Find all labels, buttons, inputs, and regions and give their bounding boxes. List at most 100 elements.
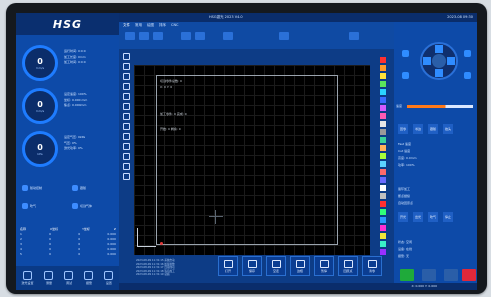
polygon-icon[interactable] (123, 133, 130, 140)
laser-on-button[interactable]: 开光 (398, 212, 408, 222)
node-icon[interactable] (123, 173, 130, 180)
color-swatch[interactable] (380, 105, 386, 111)
color-swatch[interactable] (380, 225, 386, 231)
jog-left-button[interactable] (423, 57, 431, 65)
save-button[interactable]: 保存 (242, 256, 262, 276)
pan-icon[interactable] (123, 73, 130, 80)
dry-run-button[interactable]: 空走 (266, 256, 286, 276)
cmd-label: 保存 (248, 268, 255, 273)
step-run-button[interactable] (444, 269, 458, 281)
frame-button[interactable]: 边框 (290, 256, 310, 276)
star-icon[interactable] (123, 143, 130, 150)
ribbon-button[interactable] (139, 32, 149, 40)
ribbon-button[interactable] (125, 32, 135, 40)
debug-button[interactable]: 调试 (64, 271, 74, 285)
stop-button[interactable] (462, 269, 476, 281)
circle-icon[interactable] (123, 103, 130, 110)
cell: 0 (49, 236, 52, 241)
table-row[interactable]: 5 0 0 0.000 (20, 251, 116, 256)
speed-button[interactable] (464, 50, 471, 57)
emit-button[interactable]: 出光 (413, 212, 423, 222)
color-swatch[interactable] (380, 73, 386, 79)
blow-button[interactable]: 吹气 (22, 203, 36, 209)
alarm-button[interactable]: 报警 (84, 271, 94, 285)
ribbon-button[interactable] (181, 32, 191, 40)
measure-button[interactable]: 测量 (44, 271, 54, 285)
color-swatch[interactable] (380, 201, 386, 207)
color-swatch[interactable] (380, 89, 386, 95)
clear-button[interactable]: 清零 (362, 256, 382, 276)
ribbon-button[interactable] (153, 32, 163, 40)
measure-icon[interactable] (123, 163, 130, 170)
color-swatch[interactable] (380, 97, 386, 103)
color-swatch[interactable] (380, 193, 386, 199)
tab-sort[interactable]: 排序 (159, 23, 166, 28)
tab-common[interactable]: 常用 (135, 23, 142, 28)
follow-toggle-button[interactable]: 跟随 (428, 124, 438, 134)
pause-run-button[interactable] (422, 269, 436, 281)
tab-draw[interactable]: 绘图 (147, 23, 154, 28)
color-swatch[interactable] (380, 121, 386, 127)
cell: 0 (49, 231, 52, 236)
z-up-button[interactable] (402, 50, 409, 57)
color-swatch[interactable] (380, 209, 386, 215)
color-swatch[interactable] (380, 249, 386, 255)
line-icon[interactable] (123, 83, 130, 90)
drawing-canvas[interactable]: 切割零件总数: 0 X: 0 Y: 0 加工零件: 0 完成: 0 开始: 0 … (134, 65, 370, 255)
speed-slider[interactable] (407, 105, 473, 108)
stop-small-button[interactable]: 停止 (443, 212, 453, 222)
follow-control-button[interactable]: 随动控制 (22, 185, 42, 191)
select-icon[interactable] (123, 53, 130, 60)
settings-button[interactable]: 设置 (104, 271, 114, 285)
color-swatch[interactable] (380, 57, 386, 63)
follow-button[interactable]: 跟随 (72, 185, 86, 191)
color-swatch[interactable] (380, 81, 386, 87)
open-button[interactable]: 打开 (218, 256, 238, 276)
tab-cnc[interactable]: CNC (171, 23, 179, 28)
gas-button[interactable]: 吹气 (428, 212, 438, 222)
ribbon-button[interactable] (349, 32, 359, 40)
home-axis-button[interactable]: 回零 (398, 124, 408, 134)
cut-gas-button[interactable]: 切割气体 (72, 203, 92, 209)
lift-button[interactable]: 抬头 (443, 124, 453, 134)
color-swatch[interactable] (380, 177, 386, 183)
ribbon-button[interactable] (279, 32, 289, 40)
laser-settings-button[interactable]: 激光设置 (21, 271, 34, 285)
color-swatch[interactable] (380, 137, 386, 143)
pause-button[interactable]: 暂停 (314, 256, 334, 276)
ribbon-button[interactable] (195, 32, 205, 40)
jog-right-button[interactable] (447, 57, 455, 65)
option-label[interactable]: 循环加工 (398, 187, 410, 191)
color-swatch[interactable] (380, 153, 386, 159)
polyline-icon[interactable] (123, 93, 130, 100)
color-swatch[interactable] (380, 233, 386, 239)
cmd-label: 空走 (272, 268, 279, 273)
color-swatch[interactable] (380, 217, 386, 223)
z-down-button[interactable] (402, 72, 409, 79)
color-swatch[interactable] (380, 113, 386, 119)
arc-icon[interactable] (123, 113, 130, 120)
color-swatch[interactable] (380, 145, 386, 151)
jog-center[interactable] (432, 54, 446, 68)
zoom-icon[interactable] (123, 63, 130, 70)
info-block-1: 运行时间: 0:0:0 加工长度: 0mm 加工时间: 0:0:0 (64, 49, 116, 66)
color-swatch[interactable] (380, 161, 386, 167)
home-button[interactable]: 回原点 (338, 256, 358, 276)
option-label[interactable]: 断点继续 (398, 194, 410, 198)
step-button[interactable] (464, 72, 471, 79)
color-swatch[interactable] (380, 129, 386, 135)
text-icon[interactable] (123, 153, 130, 160)
color-swatch[interactable] (380, 65, 386, 71)
option-label[interactable]: 自动回原点 (398, 201, 413, 205)
color-swatch[interactable] (380, 185, 386, 191)
start-button[interactable] (400, 269, 414, 281)
color-swatch[interactable] (380, 241, 386, 247)
color-swatch[interactable] (380, 169, 386, 175)
jog-up-button[interactable] (435, 45, 443, 53)
btn-label: 寻边 (414, 127, 421, 131)
edge-find-button[interactable]: 寻边 (413, 124, 423, 134)
tab-file[interactable]: 文件 (123, 23, 130, 28)
rectangle-icon[interactable] (123, 123, 130, 130)
jog-down-button[interactable] (435, 69, 443, 77)
ribbon-button[interactable] (223, 32, 233, 40)
